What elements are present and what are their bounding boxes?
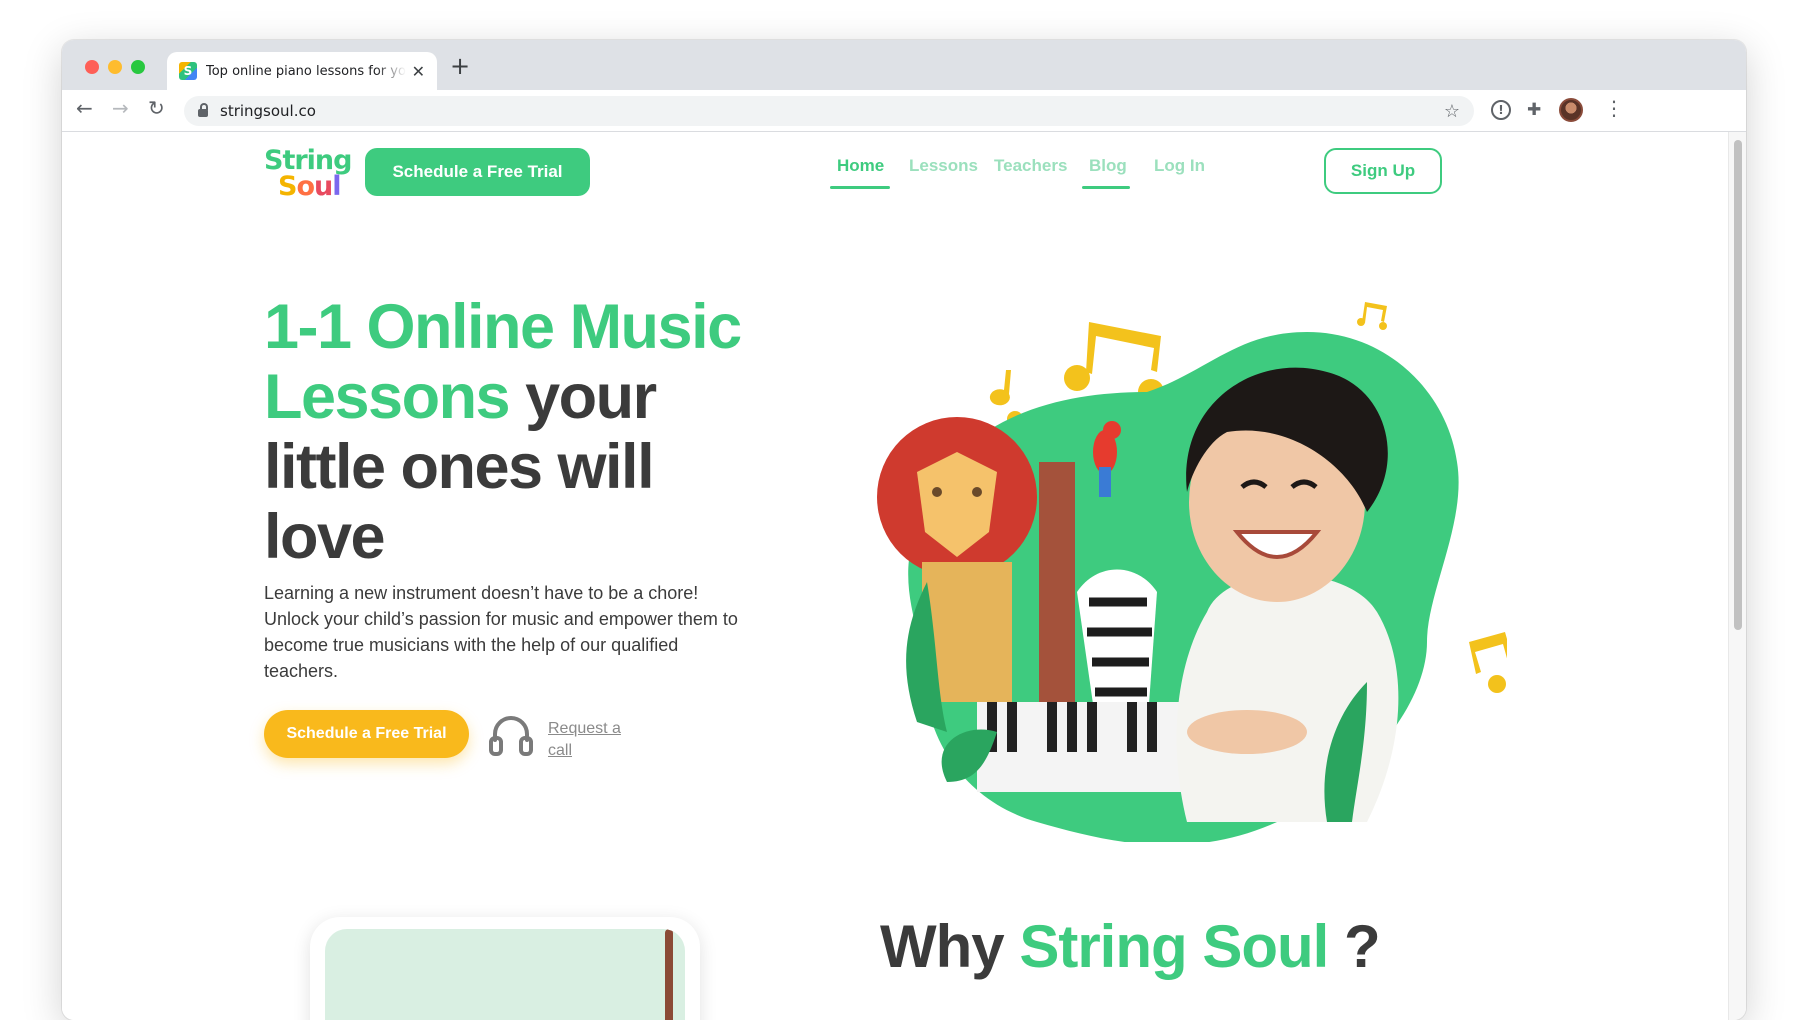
new-tab-icon[interactable]: + <box>450 52 470 80</box>
music-note-right-icon <box>1469 632 1507 693</box>
browser-menu-icon[interactable]: ⋮ <box>1604 96 1624 120</box>
extension-info-icon[interactable]: ! <box>1491 100 1511 120</box>
hero-heading-green: 1-1 Online Music Lessons <box>264 292 742 432</box>
hero-description: Learning a new instrument doesn’t have t… <box>264 583 738 681</box>
nav-blog-link[interactable]: Blog <box>1089 156 1127 176</box>
browser-tab[interactable]: S Top online piano lessons for your kids… <box>167 52 437 90</box>
nav-teachers-link[interactable]: Teachers <box>994 156 1067 176</box>
tree-trunk <box>1039 462 1075 732</box>
header-schedule-trial-button[interactable]: Schedule a Free Trial <box>365 148 590 196</box>
lock-icon <box>198 103 208 117</box>
request-call-link[interactable]: Request a call <box>548 718 638 762</box>
back-arrow-icon[interactable]: ← <box>76 96 93 120</box>
reload-icon[interactable]: ↻ <box>148 96 165 120</box>
browser-toolbar: ← → ↻ stringsoul.co ☆ ! ✚ ⋮ <box>62 90 1746 132</box>
hero-illustration <box>877 302 1507 842</box>
signup-button[interactable]: Sign Up <box>1324 148 1442 194</box>
forward-arrow-icon[interactable]: → <box>112 96 129 120</box>
nav-home-link[interactable]: Home <box>837 156 884 176</box>
nav-home-underline <box>830 186 890 189</box>
tab-bar: S Top online piano lessons for your kids… <box>62 40 1746 90</box>
profile-avatar[interactable] <box>1559 98 1583 122</box>
string-soul-logo[interactable]: String Soul <box>264 147 354 204</box>
page-scrollbar[interactable] <box>1728 132 1746 1020</box>
url-text[interactable]: stringsoul.co <box>220 102 1444 120</box>
site-favicon-icon: S <box>179 62 197 80</box>
nav-login-link[interactable]: Log In <box>1154 156 1205 176</box>
why-string-soul-heading: Why String Soul ? <box>880 913 1381 980</box>
hero-heading: 1-1 Online Music Lessons your little one… <box>264 292 764 572</box>
minimize-window-button[interactable] <box>108 60 122 74</box>
tab-close-icon[interactable]: ✕ <box>412 62 425 81</box>
scrollbar-thumb[interactable] <box>1734 140 1742 630</box>
phone-mockup-card <box>310 917 700 1020</box>
hero-schedule-trial-button[interactable]: Schedule a Free Trial <box>264 710 469 758</box>
address-bar[interactable]: stringsoul.co ☆ <box>184 96 1474 126</box>
headset-icon[interactable] <box>487 712 535 758</box>
maximize-window-button[interactable] <box>131 60 145 74</box>
close-window-button[interactable] <box>85 60 99 74</box>
tab-title: Top online piano lessons for your kids <box>206 63 406 79</box>
phone-screen <box>325 929 685 1020</box>
music-note-small-icon <box>1357 302 1387 330</box>
nav-lessons-link[interactable]: Lessons <box>909 156 978 176</box>
nav-blog-hover-underline <box>1082 186 1130 189</box>
browser-window: S Top online piano lessons for your kids… <box>62 40 1746 1020</box>
bookmark-star-icon[interactable]: ☆ <box>1444 101 1460 122</box>
extensions-puzzle-icon[interactable]: ✚ <box>1527 100 1541 120</box>
web-page: String Soul Schedule a Free Trial Home L… <box>62 132 1728 1020</box>
